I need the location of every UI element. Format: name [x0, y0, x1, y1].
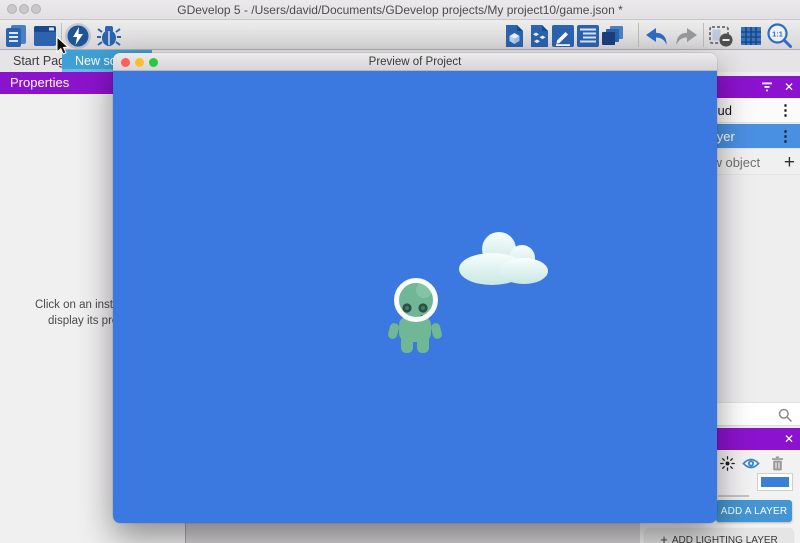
preview-window-titlebar[interactable]: Preview of Project [113, 53, 717, 71]
add-layer-button[interactable]: ADD A LAYER [716, 500, 792, 522]
redo-arrow-glyph [673, 24, 699, 48]
plus-icon: + [660, 532, 668, 543]
edit-pencil-glyph [551, 24, 575, 48]
eye-glyph [742, 457, 760, 470]
object-menu-icon[interactable]: ⋮ [778, 129, 793, 144]
redo-icon[interactable] [672, 22, 700, 49]
debug-bug-icon [96, 24, 122, 48]
document-instances-glyph [529, 24, 550, 48]
grid-glyph [739, 24, 763, 48]
add-object-plus-icon[interactable]: + [784, 153, 795, 172]
preview-window-title: Preview of Project [113, 53, 717, 71]
add-lighting-layer-button[interactable]: + ADD LIGHTING LAYER [645, 528, 793, 543]
add-lighting-layer-label: ADD LIGHTING LAYER [672, 535, 778, 543]
project-manager-glyph [3, 24, 29, 48]
game-preview-canvas[interactable] [113, 71, 717, 523]
layers-panel-close-icon[interactable]: ✕ [784, 433, 794, 445]
layer-slider[interactable] [718, 495, 749, 497]
document-cube-icon[interactable] [500, 22, 528, 49]
window-glyph [33, 24, 57, 48]
undo-icon[interactable] [643, 22, 671, 49]
zoom-1-1-icon[interactable]: 1:1 [764, 22, 794, 49]
search-icon [778, 408, 792, 422]
grid-icon[interactable] [737, 22, 765, 49]
layer-lighting-icon[interactable] [716, 452, 738, 474]
gdevelop-app: GDevelop 5 - /Users/david/Documents/GDev… [0, 0, 800, 543]
zoom-1-1-glyph: 1:1 [766, 22, 793, 49]
undo-arrow-glyph [644, 24, 670, 48]
main-toolbar: 1:1 [0, 20, 800, 50]
objects-panel-close-icon[interactable]: ✕ [784, 81, 794, 93]
touch-indicator-ring [394, 278, 438, 322]
preview-window[interactable]: Preview of Project [113, 53, 717, 523]
layer-delete-trash-icon[interactable] [766, 452, 788, 474]
trash-glyph [771, 456, 784, 471]
lighting-glyph [720, 456, 735, 471]
svg-text:1:1: 1:1 [772, 30, 783, 39]
toolbar-separator [638, 23, 639, 47]
document-cube-glyph [504, 24, 525, 48]
object-menu-icon[interactable]: ⋮ [778, 103, 793, 118]
cloud-sprite [452, 228, 552, 286]
app-titlebar: GDevelop 5 - /Users/david/Documents/GDev… [0, 0, 800, 20]
filter-icon[interactable] [760, 81, 774, 93]
debug-button[interactable] [95, 22, 123, 49]
events-list-icon[interactable] [574, 22, 602, 49]
toolbar-separator [703, 23, 704, 47]
layer-color-swatch[interactable] [757, 473, 793, 491]
layer-visibility-eye-icon[interactable] [740, 452, 762, 474]
mouse-cursor [56, 36, 69, 55]
layers-stack-glyph [601, 24, 625, 48]
project-manager-icon[interactable] [2, 22, 30, 49]
events-list-glyph [576, 24, 600, 48]
mask-toggle-icon[interactable] [707, 22, 735, 49]
mask-toggle-glyph [708, 24, 734, 48]
app-title: GDevelop 5 - /Users/david/Documents/GDev… [0, 0, 800, 20]
start-page-icon[interactable] [31, 22, 59, 49]
edit-pencil-icon[interactable] [549, 22, 577, 49]
layers-stack-icon[interactable] [599, 22, 627, 49]
